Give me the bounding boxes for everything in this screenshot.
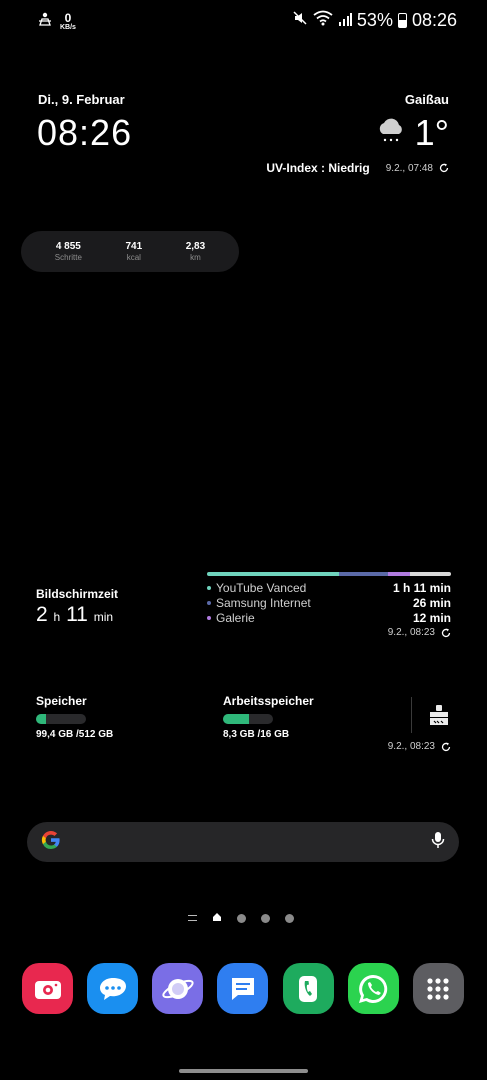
internet-app-button[interactable] — [152, 963, 204, 1014]
app-drawer-button[interactable] — [412, 963, 464, 1014]
broom-icon — [430, 705, 448, 725]
ram-widget[interactable]: Arbeitsspeicher 8,3 GB /16 GB — [223, 694, 314, 740]
gesture-bar[interactable] — [179, 1069, 308, 1073]
messages-app-button[interactable] — [87, 963, 139, 1014]
home-page-icon[interactable] — [212, 909, 222, 927]
refresh-icon — [441, 628, 451, 637]
screen-time-segment — [207, 572, 339, 576]
phone-icon — [299, 975, 318, 1002]
clock-time[interactable]: 08:26 — [37, 112, 132, 154]
chat-bubble-icon — [99, 977, 126, 1000]
signal-icon — [338, 10, 352, 31]
screen-time-segment — [338, 572, 388, 576]
temperature: 1° — [414, 112, 449, 153]
refresh-icon — [441, 742, 451, 751]
microphone-icon[interactable] — [431, 831, 445, 854]
page-dot[interactable] — [237, 913, 246, 923]
wifi-icon — [313, 10, 333, 31]
status-time: 08:26 — [411, 10, 457, 30]
health-widget[interactable]: 4 855 Schritte 741 kcal 2,83 km — [21, 231, 239, 272]
person-icon — [38, 12, 52, 31]
screen-time-total[interactable]: 2 h 11 min — [36, 603, 113, 627]
steps-stat: 4 855 Schritte — [54, 240, 82, 262]
uv-index: UV-Index : Niedrig — [266, 161, 370, 175]
weather-widget[interactable]: 1° — [375, 112, 449, 154]
battery-icon — [397, 13, 407, 28]
grid-icon — [427, 977, 450, 1000]
weather-location[interactable]: Gaißau — [405, 92, 449, 107]
notes-icon — [231, 977, 254, 1000]
clean-memory-button[interactable] — [426, 702, 452, 728]
planet-icon — [162, 978, 194, 999]
screen-time-segment — [387, 572, 410, 576]
search-input[interactable] — [71, 834, 421, 850]
page-dot[interactable] — [285, 913, 294, 923]
camera-icon — [34, 980, 61, 999]
status-bar: 0 KB/s 53% 08:26 — [0, 0, 487, 42]
snow-cloud-icon — [375, 118, 407, 149]
page-dot[interactable] — [261, 913, 270, 923]
page-indicator[interactable] — [188, 909, 294, 927]
weather-refresh-button[interactable]: 9.2., 07:48 — [386, 163, 449, 174]
memory-refresh-button[interactable]: 9.2., 08:23 — [388, 741, 451, 752]
network-speed: 0 KB/s — [60, 11, 76, 31]
screen-time-title[interactable]: Bildschirmzeit — [36, 587, 118, 601]
ram-bar — [223, 714, 273, 724]
list-item: Samsung Internet 26 min — [207, 595, 451, 610]
camera-app-button[interactable] — [22, 963, 73, 1014]
distance-stat: 2,83 km — [185, 240, 206, 262]
phone-app-button[interactable] — [282, 963, 334, 1014]
refresh-icon — [439, 163, 449, 173]
notes-app-button[interactable] — [217, 963, 269, 1014]
google-icon — [41, 830, 61, 855]
list-item: Galerie 12 min — [207, 610, 451, 625]
menu-page-icon[interactable] — [188, 915, 197, 921]
uv-row: UV-Index : Niedrig 9.2., 07:48 — [266, 161, 449, 175]
google-search-bar[interactable] — [27, 822, 459, 862]
divider — [411, 697, 412, 733]
storage-widget[interactable]: Speicher 99,4 GB /512 GB — [36, 694, 113, 740]
list-item: YouTube Vanced 1 h 11 min — [207, 580, 451, 595]
screen-time-list[interactable]: YouTube Vanced 1 h 11 min Samsung Intern… — [207, 580, 451, 625]
screen-time-refresh-button[interactable]: 9.2., 08:23 — [388, 627, 451, 638]
dock — [22, 963, 464, 1014]
calories-stat: 741 kcal — [125, 240, 143, 262]
whatsapp-app-button[interactable] — [347, 963, 399, 1014]
whatsapp-icon — [359, 974, 388, 1003]
battery-percentage: 53% — [356, 10, 393, 30]
screen-time-segment — [409, 572, 451, 576]
date-label[interactable]: Di., 9. Februar — [38, 92, 125, 107]
screen-time-bar — [207, 572, 451, 576]
storage-bar — [36, 714, 86, 724]
mute-icon — [292, 10, 308, 31]
